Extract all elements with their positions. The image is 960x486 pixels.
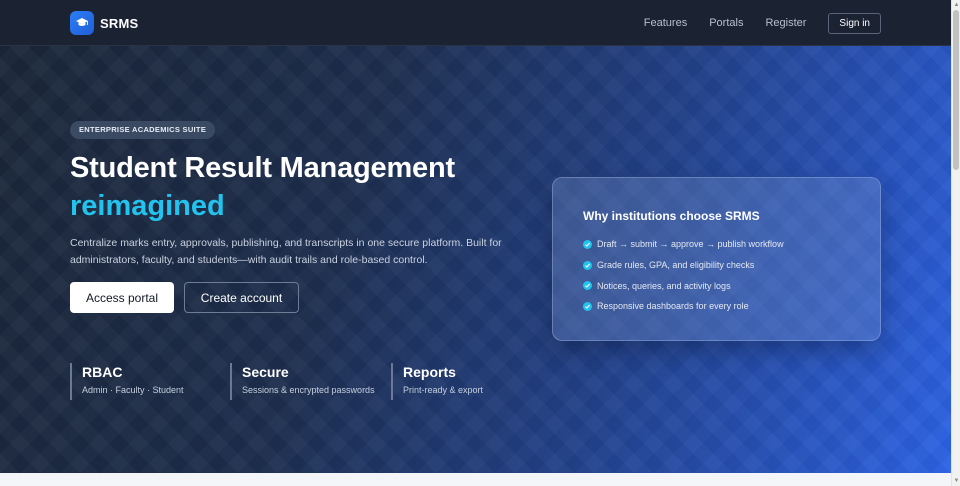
check-circle-icon	[583, 239, 592, 249]
check-circle-icon	[583, 301, 592, 311]
hero-headline: Student Result Management	[70, 152, 455, 184]
card-title: Why institutions choose SRMS	[583, 209, 760, 223]
nav-links: Features Portals Register Sign in	[622, 12, 881, 34]
feature-list: Draft → submit → approve → publish workf…	[583, 234, 784, 317]
check-circle-icon	[583, 260, 592, 270]
access-portal-button[interactable]: Access portal	[70, 282, 174, 313]
list-item-label: Notices, queries, and activity logs	[597, 280, 731, 291]
page: SRMS Features Portals Register Sign in E…	[0, 0, 951, 486]
stat-title: Reports	[403, 364, 456, 380]
list-item-label: Grade rules, GPA, and eligibility checks	[597, 260, 755, 271]
stat-title: Secure	[242, 364, 289, 380]
brand[interactable]: SRMS	[70, 11, 138, 35]
stat-subtitle: Sessions & encrypted passwords	[242, 385, 375, 395]
sign-in-button[interactable]: Sign in	[828, 12, 881, 34]
create-account-button[interactable]: Create account	[184, 282, 299, 313]
top-navbar: SRMS Features Portals Register Sign in	[0, 0, 951, 46]
nav-link-features[interactable]: Features	[644, 12, 687, 34]
hero-subtext: Centralize marks entry, approvals, publi…	[70, 237, 502, 266]
graduation-cap-icon	[70, 11, 94, 35]
list-item: Grade rules, GPA, and eligibility checks	[583, 255, 784, 276]
check-circle-icon	[583, 281, 592, 291]
next-section-edge	[0, 473, 951, 486]
hero-section: ENTERPRISE ACADEMICS SUITE Student Resul…	[0, 46, 951, 473]
nav-link-register[interactable]: Register	[765, 12, 806, 34]
stat-reports: Reports Print-ready & export	[391, 363, 483, 400]
stat-secure: Secure Sessions & encrypted passwords	[230, 363, 375, 400]
stat-rbac: RBAC Admin · Faculty · Student	[70, 363, 184, 400]
stat-title: RBAC	[82, 364, 123, 380]
brand-name: SRMS	[100, 15, 139, 31]
stat-subtitle: Print-ready & export	[403, 385, 484, 395]
scroll-down-arrow-icon[interactable]: ▼	[953, 477, 960, 485]
eyebrow-badge: ENTERPRISE ACADEMICS SUITE	[70, 121, 216, 139]
list-item: Responsive dashboards for every role	[583, 296, 784, 317]
list-item-label: Draft → submit → approve → publish workf…	[597, 239, 784, 250]
scroll-up-arrow-icon[interactable]: ▲	[953, 1, 960, 9]
vertical-scrollbar[interactable]: ▲ ▼	[951, 0, 960, 486]
list-item: Draft → submit → approve → publish workf…	[583, 234, 784, 255]
hero-headline-accent: reimagined	[70, 190, 225, 222]
list-item-label: Responsive dashboards for every role	[597, 301, 749, 312]
nav-link-portals[interactable]: Portals	[709, 12, 743, 34]
list-item: Notices, queries, and activity logs	[583, 275, 784, 296]
why-choose-card: Why institutions choose SRMS Draft → sub…	[552, 177, 881, 341]
stat-subtitle: Admin · Faculty · Student	[82, 385, 184, 395]
scroll-thumb[interactable]	[953, 10, 959, 170]
